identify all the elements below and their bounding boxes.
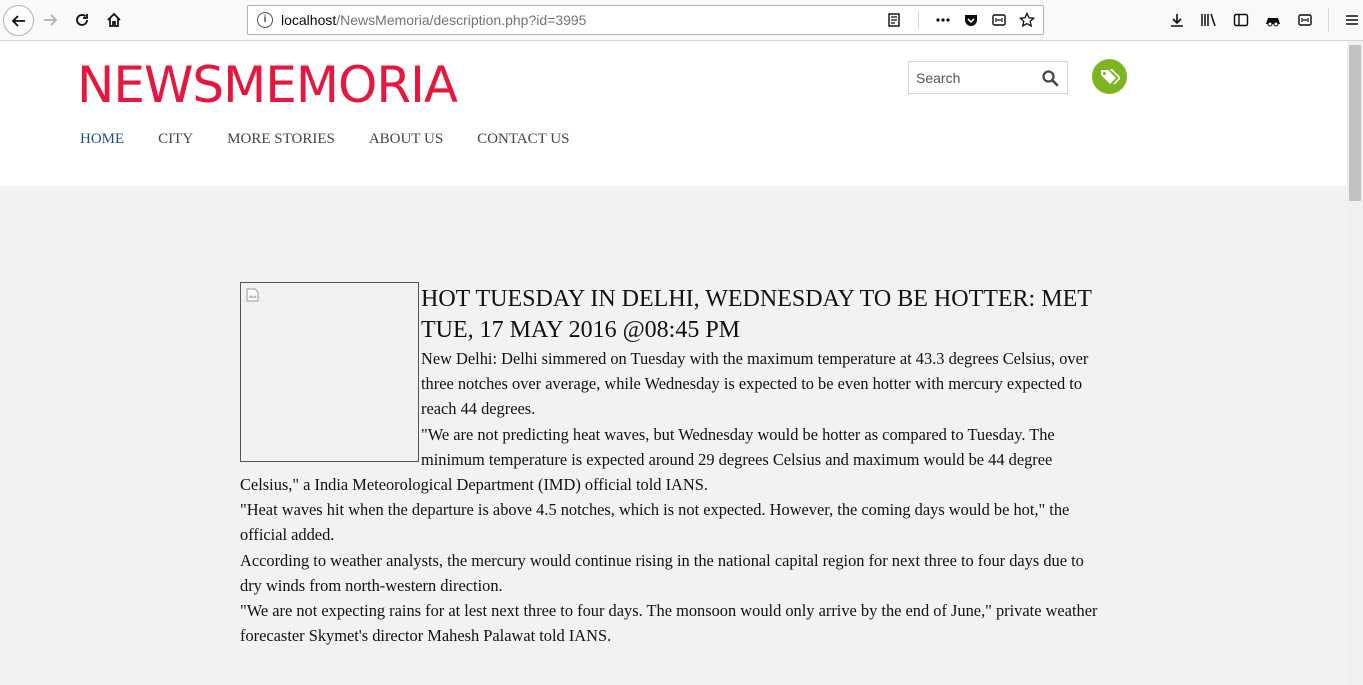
sidebar-icon[interactable] bbox=[1228, 8, 1254, 32]
back-button[interactable] bbox=[3, 5, 34, 36]
url-separator bbox=[918, 11, 919, 29]
site-logo[interactable]: NEWSMEMORIA bbox=[77, 55, 458, 115]
article: HOT TUESDAY IN DELHI, WEDNESDAY TO BE HO… bbox=[240, 282, 1100, 648]
forward-arrow-icon bbox=[44, 14, 58, 26]
nav-contact-us[interactable]: CONTACT US bbox=[477, 131, 569, 148]
account-icon[interactable] bbox=[1260, 8, 1286, 32]
url-text[interactable]: localhost/NewsMemoria/description.php?id… bbox=[281, 12, 586, 28]
page-scrollbar[interactable] bbox=[1347, 41, 1363, 685]
main-navigation: HOME CITY MORE STORIES ABOUT US CONTACT … bbox=[80, 131, 603, 148]
screenshot-icon[interactable] bbox=[989, 10, 1009, 30]
info-icon[interactable]: i bbox=[257, 12, 273, 28]
article-paragraph: According to weather analysts, the mercu… bbox=[240, 550, 1084, 595]
scrollbar-thumb[interactable] bbox=[1349, 45, 1361, 201]
site-header: NEWSMEMORIA HOME CITY MORE STORIES ABOUT… bbox=[0, 41, 1347, 186]
url-bar-actions bbox=[884, 10, 1037, 30]
nav-about-us[interactable]: ABOUT US bbox=[369, 131, 443, 148]
back-arrow-icon bbox=[11, 14, 25, 27]
bookmark-star-icon[interactable] bbox=[1017, 10, 1037, 30]
toolbar-separator bbox=[1328, 8, 1329, 32]
tags-icon bbox=[1100, 68, 1120, 85]
broken-image-icon bbox=[246, 288, 259, 302]
home-icon bbox=[107, 12, 121, 27]
download-icon[interactable] bbox=[1164, 8, 1190, 32]
page-actions-icon[interactable] bbox=[933, 10, 953, 30]
search-input[interactable] bbox=[909, 62, 1034, 93]
article-image bbox=[240, 282, 419, 462]
reload-button[interactable] bbox=[68, 6, 96, 34]
url-path: /NewsMemoria/description.php?id=3995 bbox=[336, 12, 587, 28]
search-icon[interactable] bbox=[1041, 69, 1059, 87]
address-bar[interactable]: i localhost/NewsMemoria/description.php?… bbox=[247, 5, 1044, 35]
search-box bbox=[908, 61, 1068, 94]
url-host: localhost bbox=[281, 12, 337, 28]
browser-toolbar: i localhost/NewsMemoria/description.php?… bbox=[0, 0, 1363, 41]
nav-home[interactable]: HOME bbox=[80, 131, 124, 148]
nav-more-stories[interactable]: MORE STORIES bbox=[227, 131, 335, 148]
reload-icon bbox=[76, 14, 88, 26]
library-icon[interactable] bbox=[1196, 8, 1222, 32]
home-button[interactable] bbox=[100, 6, 128, 34]
tags-button[interactable] bbox=[1092, 59, 1127, 94]
toolbar-right bbox=[1164, 8, 1363, 32]
pocket-icon[interactable] bbox=[961, 10, 981, 30]
extension-icon[interactable] bbox=[1292, 8, 1318, 32]
article-paragraph: "We are not expecting rains for at lest … bbox=[240, 601, 1098, 646]
article-paragraph: "Heat waves hit when the departure is ab… bbox=[240, 500, 1070, 545]
nav-city[interactable]: CITY bbox=[158, 131, 193, 148]
hamburger-menu-icon[interactable] bbox=[1339, 8, 1363, 32]
reader-view-icon[interactable] bbox=[884, 10, 904, 30]
forward-button[interactable] bbox=[36, 6, 64, 34]
